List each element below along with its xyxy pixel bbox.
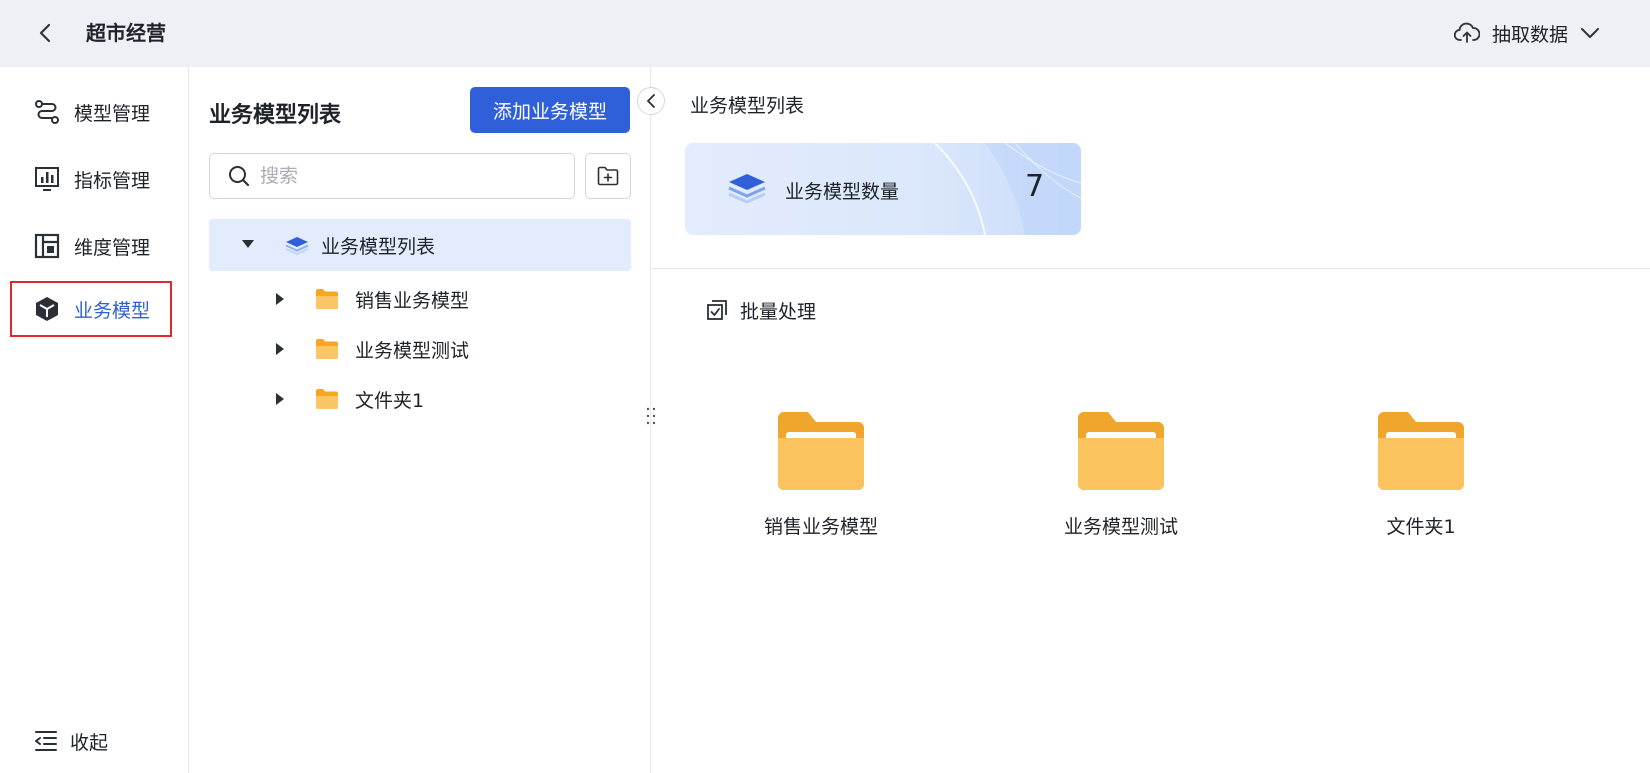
collapse-nav-button[interactable]: 收起 (10, 721, 108, 761)
divider (652, 268, 1650, 269)
layers-icon (728, 174, 766, 204)
folder-card[interactable]: 文件夹1 (1321, 412, 1521, 572)
panel-title: 业务模型列表 (209, 103, 342, 128)
batch-select-icon (707, 300, 727, 320)
stat-label: 业务模型数量 (785, 181, 900, 203)
batch-process-button[interactable]: 批量处理 (706, 293, 816, 327)
breadcrumb: 业务模型列表 (690, 95, 805, 117)
nav-label: 业务模型 (74, 299, 151, 322)
chevron-down-icon (1581, 28, 1599, 38)
cube-icon (34, 296, 60, 322)
dimension-icon (34, 233, 60, 259)
caret-right-icon[interactable] (275, 392, 285, 406)
tree-node[interactable]: 文件夹1 (209, 375, 631, 423)
main-content: 业务模型列表 业务模型数量 7 批量处理 销售业务模型 业务模型测试 文件夹1 (652, 67, 1650, 773)
model-list-panel: 业务模型列表 添加业务模型 业务模型列表 销售业务模型 (189, 67, 651, 773)
tree-root-label: 业务模型列表 (321, 236, 436, 258)
new-folder-button[interactable] (585, 153, 631, 199)
nav-label: 维度管理 (74, 236, 151, 259)
chevron-left-icon (647, 94, 655, 108)
search-icon (229, 166, 250, 187)
folder-label: 业务模型测试 (1063, 516, 1178, 538)
model-count-card: 业务模型数量 7 (685, 143, 1081, 235)
collapse-menu-icon (35, 731, 57, 751)
route-icon (34, 99, 60, 125)
folder-icon (316, 339, 338, 359)
nav-item-metric-management[interactable]: 指标管理 (10, 151, 172, 207)
add-business-model-button[interactable]: 添加业务模型 (470, 87, 630, 133)
resize-handle[interactable] (645, 406, 657, 426)
tree-node[interactable]: 销售业务模型 (209, 275, 631, 323)
search-input[interactable] (260, 165, 560, 187)
tree-node-label: 文件夹1 (355, 390, 425, 412)
folder-icon (1078, 412, 1164, 490)
back-button[interactable] (30, 18, 60, 48)
bar-chart-icon (34, 166, 60, 192)
cloud-upload-icon (1453, 22, 1480, 43)
folder-label: 文件夹1 (1386, 516, 1456, 538)
tree-node-label: 业务模型测试 (355, 340, 470, 362)
folder-card[interactable]: 业务模型测试 (1021, 412, 1221, 572)
batch-process-label: 批量处理 (740, 300, 817, 323)
nav-label: 模型管理 (74, 102, 151, 125)
top-bar: 超市经营 抽取数据 (0, 0, 1650, 67)
chevron-left-icon (39, 23, 51, 43)
drag-dots-icon (646, 407, 656, 425)
tree-node-label: 销售业务模型 (355, 290, 470, 312)
nav-item-model-management[interactable]: 模型管理 (10, 84, 172, 140)
extract-data-button[interactable]: 抽取数据 (1453, 16, 1600, 50)
folder-card[interactable]: 销售业务模型 (721, 412, 921, 572)
search-field[interactable] (209, 153, 575, 199)
app-title: 超市经营 (86, 21, 166, 45)
left-nav: 模型管理 指标管理 维度管理 业务模型 收起 (0, 67, 189, 773)
extract-data-label: 抽取数据 (1491, 23, 1568, 46)
folder-add-icon (597, 166, 619, 186)
nav-item-business-model[interactable]: 业务模型 (10, 281, 172, 337)
caret-down-icon[interactable] (241, 239, 255, 249)
layers-icon (285, 237, 309, 256)
collapse-label: 收起 (70, 731, 109, 754)
caret-right-icon[interactable] (275, 292, 285, 306)
folder-label: 销售业务模型 (763, 516, 878, 538)
stat-value: 7 (1025, 169, 1045, 204)
folder-icon (1378, 412, 1464, 490)
folder-icon (778, 412, 864, 490)
nav-label: 指标管理 (74, 169, 151, 192)
nav-item-dimension-management[interactable]: 维度管理 (10, 218, 172, 274)
tree-node[interactable]: 业务模型测试 (209, 325, 631, 373)
folder-icon (316, 389, 338, 409)
tree-root-node[interactable]: 业务模型列表 (209, 219, 631, 271)
collapse-panel-button[interactable] (637, 87, 665, 115)
folder-icon (316, 289, 338, 309)
caret-right-icon[interactable] (275, 342, 285, 356)
